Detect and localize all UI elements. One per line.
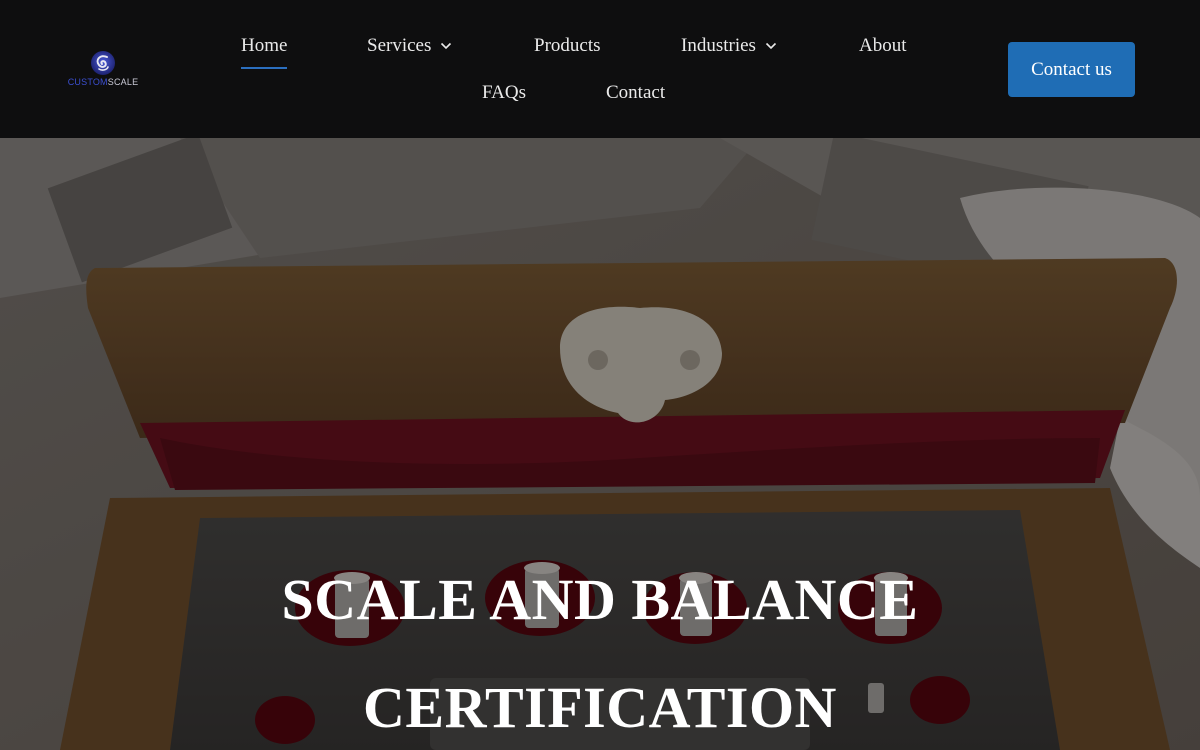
site-header: CUSTOMSCALE Home Services Products Indus… (0, 0, 1200, 138)
nav-item-label: Products (534, 35, 601, 56)
hero-section: SCALE AND BALANCE CERTIFICATION (0, 138, 1200, 750)
nav-item-label: Home (241, 35, 288, 56)
nav-item-home[interactable]: Home (241, 34, 287, 58)
nav-item-label: Services (367, 35, 432, 56)
hero-title-line1: SCALE AND BALANCE (281, 567, 919, 632)
nav-item-label: About (859, 35, 907, 56)
nav-item-contact[interactable]: Contact (606, 81, 665, 105)
nav-item-label: Industries (681, 35, 756, 56)
nav-item-industries[interactable]: Industries (681, 34, 777, 58)
contact-us-button[interactable]: Contact us (1008, 42, 1135, 97)
nav-item-products[interactable]: Products (534, 34, 601, 58)
nav-item-about[interactable]: About (859, 34, 907, 58)
active-nav-indicator (241, 67, 287, 69)
nav-item-label: FAQs (482, 82, 526, 103)
site-logo[interactable]: CUSTOMSCALE (68, 50, 139, 88)
hero-title-line2: CERTIFICATION (363, 675, 837, 740)
nav-item-faqs[interactable]: FAQs (482, 81, 526, 105)
logo-wordmark-part1: CUSTOM (67, 77, 108, 87)
chevron-down-icon (765, 42, 777, 50)
logo-wordmark: CUSTOMSCALE (68, 77, 139, 87)
cs-monogram-icon (91, 51, 115, 75)
nav-item-services[interactable]: Services (367, 34, 452, 58)
chevron-down-icon (441, 42, 452, 50)
hero-title: SCALE AND BALANCE CERTIFICATION (0, 546, 1200, 750)
logo-wordmark-part2: SCALE (107, 77, 139, 87)
nav-item-label: Contact (606, 82, 666, 103)
